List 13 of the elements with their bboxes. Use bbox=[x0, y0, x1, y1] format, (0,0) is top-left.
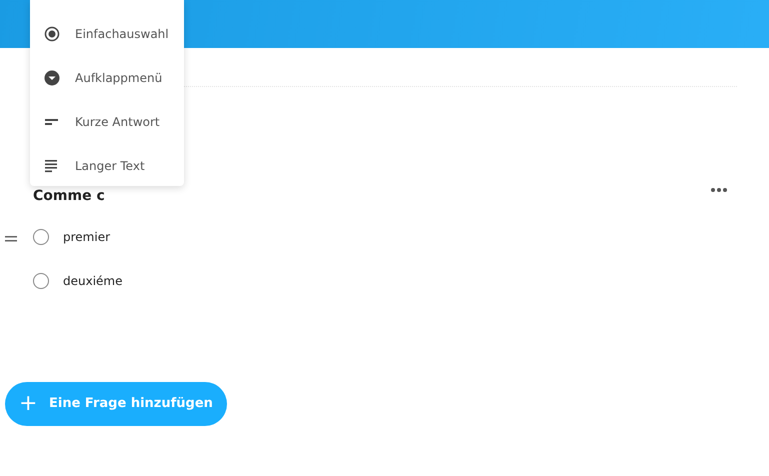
radio-button[interactable] bbox=[33, 229, 49, 245]
drag-handle-icon[interactable] bbox=[5, 236, 17, 242]
radio-icon bbox=[44, 26, 60, 42]
menu-item[interactable]: Langer Text bbox=[75, 157, 145, 175]
question-title: Comme c bbox=[33, 187, 105, 206]
menu-item[interactable]: Kurze Antwort bbox=[75, 113, 160, 131]
option-label: premier bbox=[63, 229, 110, 246]
dropdown-icon bbox=[44, 70, 60, 86]
radio-button[interactable] bbox=[33, 273, 49, 289]
option-label: deuxiéme bbox=[63, 273, 122, 290]
menu-item[interactable]: Aufklappmenü bbox=[75, 69, 162, 87]
long-text-icon bbox=[44, 158, 60, 174]
menu-item[interactable]: Einfachauswahl bbox=[75, 25, 169, 43]
